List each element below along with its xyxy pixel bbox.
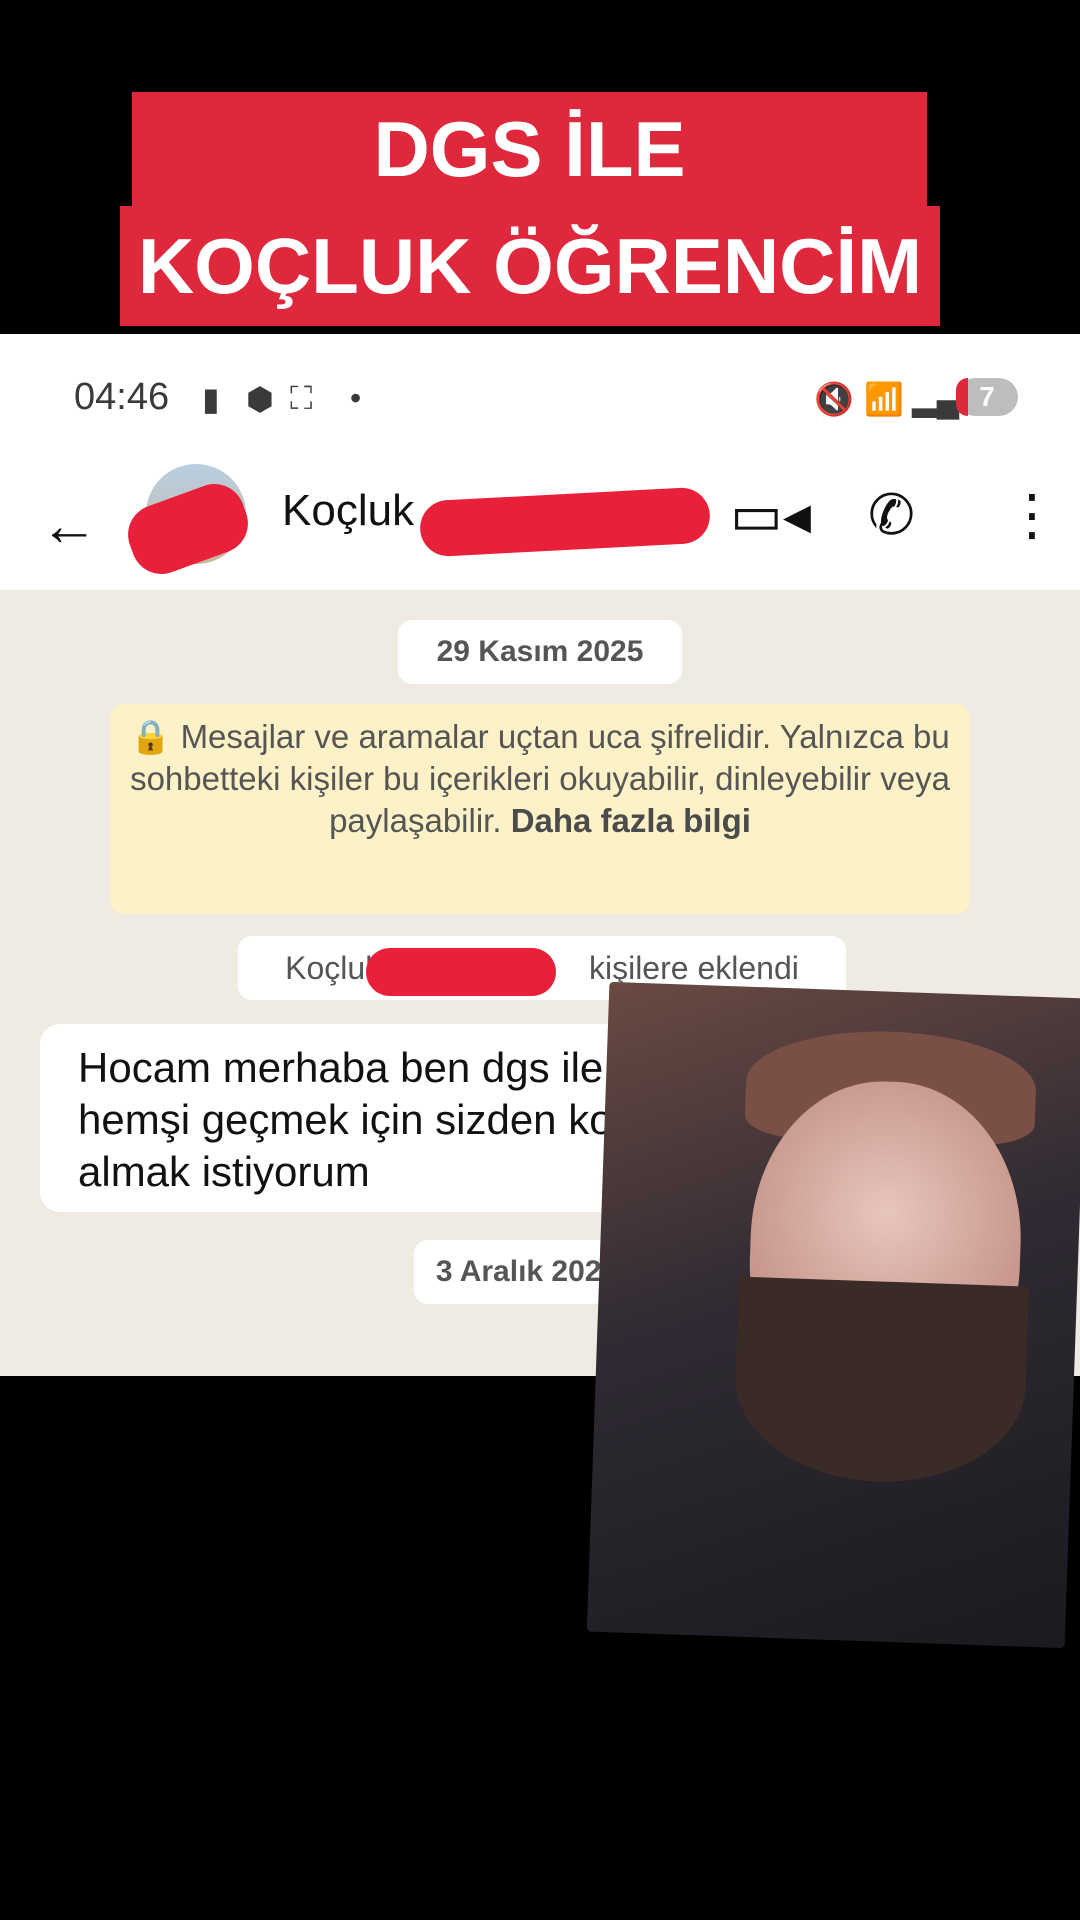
date-divider: 29 Kasım 2025 bbox=[398, 620, 682, 684]
battery-level bbox=[956, 378, 968, 416]
status-time: 04:46 bbox=[74, 376, 170, 418]
video-call-icon[interactable]: ▭◂ bbox=[730, 482, 811, 548]
message-text: Hocam merhaba ben dgs ile hemşi geçmek i… bbox=[78, 1044, 688, 1195]
encryption-notice[interactable]: 🔒 Mesajlar ve aramalar uçtan uca şifreli… bbox=[110, 704, 970, 914]
more-vert-icon[interactable]: ⋮ bbox=[1004, 482, 1060, 548]
vpn-icon: ⬢ bbox=[246, 381, 274, 417]
contact-name[interactable]: Koçluk bbox=[282, 486, 414, 536]
battery-alert-icon: ▮ bbox=[202, 381, 220, 417]
title-banner-line1: DGS İLE HEMŞİRELİK bbox=[132, 92, 927, 307]
lock-icon: 🔒 bbox=[130, 718, 172, 755]
signal-icon: ▂▄ bbox=[912, 381, 960, 417]
screenshot-icon: ⛶ bbox=[290, 380, 313, 416]
title-banner-line2: KOÇLUK ÖĞRENCİM bbox=[120, 206, 940, 326]
status-bar: 04:46 ▮ ⬢ ⛶ • 🔇 📶 ▂▄ 7 bbox=[0, 334, 1080, 462]
wifi-icon: 📶 bbox=[864, 381, 904, 417]
mute-icon: 🔇 bbox=[814, 381, 854, 417]
incoming-message[interactable]: Hocam merhaba ben dgs ile hemşi geçmek i… bbox=[40, 1024, 700, 1212]
battery-indicator: 7 bbox=[956, 378, 1018, 416]
presenter-beard bbox=[732, 1276, 1030, 1487]
dot-icon: • bbox=[350, 380, 362, 416]
phone-call-icon[interactable]: ✆ bbox=[868, 482, 915, 548]
added-suffix: kişilere eklendi bbox=[588, 950, 799, 986]
battery-percent: 7 bbox=[979, 381, 995, 412]
presenter-video-overlay bbox=[586, 981, 1080, 1649]
redaction-mark bbox=[366, 948, 556, 996]
arrow-left-icon[interactable]: ← bbox=[40, 492, 98, 559]
learn-more-link[interactable]: Daha fazla bilgi bbox=[511, 802, 751, 839]
